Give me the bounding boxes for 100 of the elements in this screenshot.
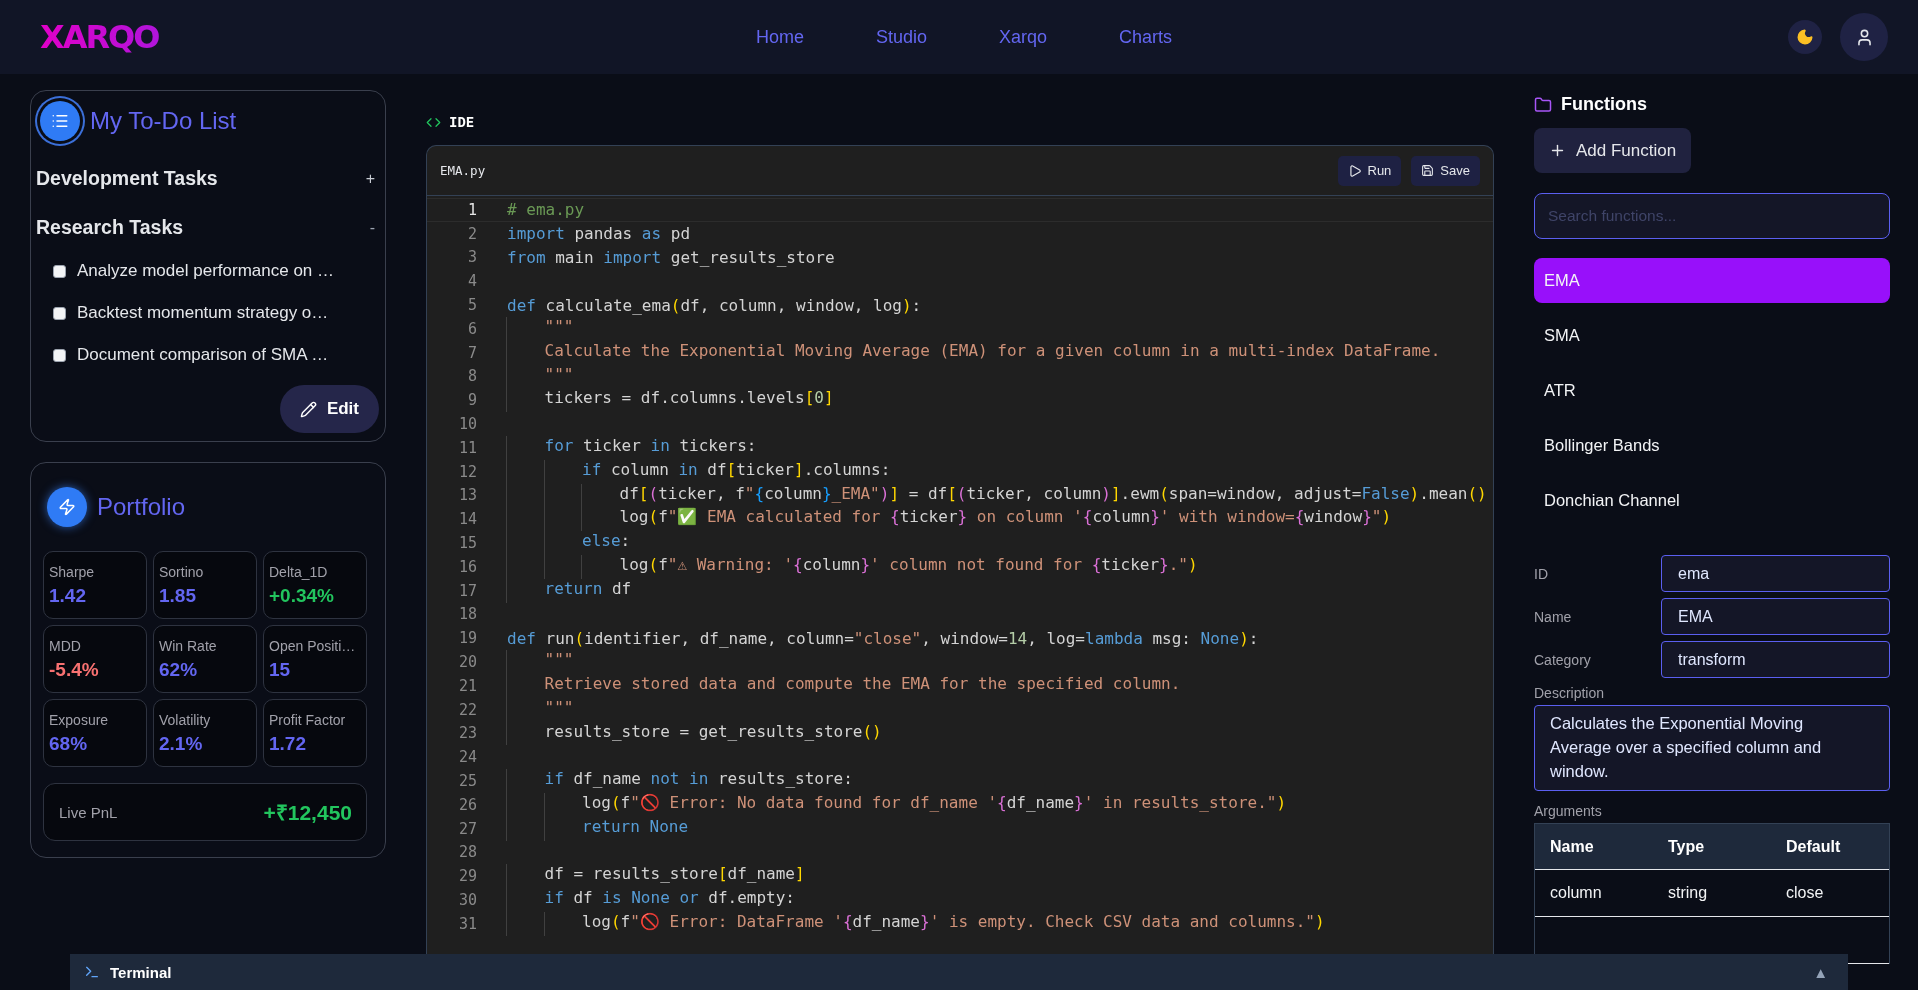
- line-number: 8: [466, 367, 477, 386]
- line-number: 23: [457, 724, 477, 743]
- code-line: else:: [507, 531, 631, 555]
- add-function-button[interactable]: Add Function: [1534, 128, 1692, 173]
- nav-link[interactable]: Charts: [1119, 26, 1173, 48]
- line-number: 13: [457, 486, 477, 505]
- line-number: 20: [457, 653, 477, 672]
- code-line: df[(ticker, f"{column}_EMA")] = df[(ticker, column)].ewm(span=window, adjust=False).mean(): [507, 483, 1487, 508]
- code-line: if df_name not in results_store:: [507, 769, 853, 793]
- code-line: return df: [507, 578, 632, 603]
- theme-toggle-button[interactable]: [1788, 20, 1822, 54]
- line-number: 31: [457, 914, 477, 933]
- line-number: 3: [466, 248, 477, 267]
- metric-value: 68%: [49, 733, 89, 755]
- line-number: 9: [466, 391, 477, 410]
- code-line: Calculate the Exponential Moving Average (EMA) for a given column in a multi-index DataFrame.: [507, 340, 1441, 365]
- metric-value: 2.1%: [159, 733, 204, 755]
- metric-label: Profit Factor: [269, 712, 347, 728]
- task-checkbox[interactable]: [53, 348, 66, 362]
- column-header: Default: [1786, 837, 1842, 856]
- code-line: log(f"🚫 Error: DataFrame '{df_name}' is empty. Check CSV data and columns."): [507, 911, 1325, 936]
- file-name: EMA.py: [440, 163, 486, 178]
- line-number: 10: [457, 415, 477, 434]
- line-number: 16: [457, 557, 477, 576]
- line-number: 19: [457, 629, 477, 648]
- code-line: Retrieve stored data and compute the EMA for the specified column.: [507, 673, 1181, 698]
- code-line: log(f"✅ EMA calculated for {ticker} on column '{column}' with window={window}"): [507, 507, 1392, 532]
- line-number: 15: [457, 534, 477, 553]
- metric-value: 1.42: [49, 585, 87, 607]
- metric-label: Volatility: [159, 712, 212, 728]
- line-number: 11: [457, 438, 477, 457]
- expand-toggle[interactable]: ▲: [1813, 963, 1828, 981]
- line-number: 14: [457, 510, 477, 529]
- metric-value: 15: [269, 659, 292, 681]
- play-icon: [1347, 163, 1362, 178]
- code-line: def calculate_ema(df, column, window, log):: [507, 295, 922, 315]
- nav-link[interactable]: Xarqo: [999, 26, 1048, 48]
- card-title: Portfolio: [97, 493, 186, 521]
- metric-label: Delta_1D: [269, 564, 329, 580]
- function-item[interactable]: Donchian Channel: [1534, 478, 1890, 523]
- code-line: import pandas as pd: [507, 224, 691, 244]
- section-title[interactable]: Research Tasks: [36, 216, 184, 239]
- code-line: results_store = get_results_store(): [507, 721, 882, 746]
- line-number: 21: [457, 676, 477, 695]
- code-line: # ema.py: [507, 200, 585, 220]
- edit-button[interactable]: Edit: [279, 385, 379, 433]
- save-button[interactable]: Save: [1411, 155, 1480, 186]
- line-number: 24: [457, 748, 477, 767]
- function-item[interactable]: Bollinger Bands: [1534, 423, 1890, 468]
- column-header: Type: [1668, 837, 1706, 856]
- task-checkbox[interactable]: [53, 264, 66, 278]
- code-line: if df is None or df.empty:: [507, 888, 795, 912]
- line-number: 25: [457, 772, 477, 790]
- function-item[interactable]: SMA: [1534, 313, 1890, 358]
- pnl-value: +₹12,450: [263, 800, 352, 826]
- input-field[interactable]: ema: [1661, 555, 1890, 592]
- run-button[interactable]: Run: [1337, 155, 1402, 186]
- code-line: if column in df[ticker].columns:: [507, 459, 891, 484]
- line-number: 12: [457, 462, 477, 481]
- metric-value: 1.85: [159, 585, 197, 607]
- code-line: tickers = df.columns.levels[0]: [507, 388, 834, 413]
- task-text: Document comparison of SMA …: [77, 345, 329, 365]
- metric-label: Win Rate: [159, 638, 218, 654]
- function-item[interactable]: ATR: [1534, 368, 1890, 413]
- section-title[interactable]: Development Tasks: [36, 167, 218, 190]
- line-number: 30: [457, 891, 477, 909]
- task-checkbox[interactable]: [53, 306, 66, 320]
- code-line: return None: [507, 816, 689, 841]
- section-toggle[interactable]: +: [365, 169, 375, 188]
- task-text: Backtest momentum strategy o…: [77, 303, 329, 323]
- metric-label: Open Positi…: [269, 638, 357, 654]
- line-number: 26: [457, 795, 477, 814]
- line-number: 2: [466, 224, 477, 243]
- line-number: 5: [466, 296, 477, 315]
- function-item[interactable]: EMA: [1534, 258, 1890, 303]
- line-number: 4: [466, 272, 477, 291]
- search-field[interactable]: Search functions...: [1534, 193, 1890, 239]
- code-line: """: [507, 317, 574, 341]
- task-text: Analyze model performance on …: [77, 261, 335, 281]
- field-label: ID: [1534, 565, 1549, 582]
- code-line: for ticker in tickers:: [507, 435, 757, 460]
- nav-link[interactable]: Studio: [875, 26, 927, 48]
- section-toggle[interactable]: -: [369, 218, 375, 237]
- nav-link[interactable]: Home: [755, 26, 804, 48]
- terminal-bar[interactable]: Terminal ▲: [70, 954, 1848, 990]
- section-title: IDE: [449, 114, 475, 130]
- profile-button[interactable]: [1840, 13, 1888, 61]
- table-cell-text: column: [1550, 884, 1603, 902]
- input-field[interactable]: transform: [1661, 641, 1890, 678]
- code-line: log(f"⚠ Warning: '{column}' column not found for {ticker}."): [507, 554, 1198, 579]
- terminal-title: Terminal: [110, 963, 173, 981]
- line-number: 17: [457, 581, 477, 600]
- description-field[interactable]: Calculates the Exponential Moving Average over a specified column and window.: [1534, 705, 1890, 791]
- line-number: 6: [466, 319, 477, 338]
- code-line: log(f"🚫 Error: No data found for df_name '{df_name}' in results_store."): [507, 792, 1287, 817]
- input-field[interactable]: EMA: [1661, 598, 1890, 635]
- code-line: """: [507, 364, 574, 389]
- panel-title: Functions: [1561, 94, 1647, 115]
- code-line: """: [507, 650, 574, 674]
- table-cell-text: close: [1786, 884, 1825, 902]
